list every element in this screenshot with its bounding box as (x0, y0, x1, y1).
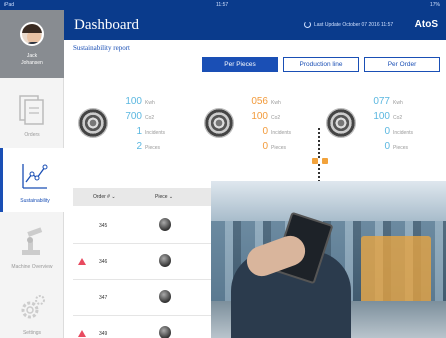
metric-co2: 700 (125, 111, 142, 122)
sidebar-item-label: Machine Overview (11, 264, 53, 270)
metric-kwh: 077 (373, 96, 390, 107)
metric-kwh: 100 (125, 96, 142, 107)
warning-icon (78, 330, 86, 337)
table-row[interactable]: 347 (73, 280, 211, 316)
user-profile[interactable]: Jack Johansen (0, 10, 64, 78)
table-row[interactable]: 349 (73, 316, 211, 338)
machine-icon (78, 108, 108, 138)
column-header-piece[interactable]: Piece ⌄ (155, 194, 173, 200)
user-last-name: Johansen (21, 60, 43, 66)
order-number: 345 (99, 223, 108, 229)
tab-per-pieces[interactable]: Per Pieces (202, 57, 278, 72)
metric-card-2: 056 Kwh 100 Co2 0 Incidents 0 Pieces (204, 96, 324, 158)
report-tabs: Per Pieces Production line Per Order (202, 57, 440, 72)
sidebar-item-sustainability[interactable]: Sustainability (0, 148, 64, 212)
report-title: Sustainability report (73, 44, 130, 52)
tab-per-order[interactable]: Per Order (364, 57, 440, 72)
machine-icon (204, 108, 234, 138)
order-number: 346 (99, 259, 108, 265)
sidebar: Jack Johansen Orders Sustainability Mach… (0, 10, 64, 338)
sidebar-item-machine-overview[interactable]: Machine Overview (0, 214, 64, 278)
machine-icon (326, 108, 356, 138)
link-line (318, 128, 321, 158)
metric-card-1: 100 Kwh 700 Co2 1 Incidents 2 Pieces (78, 96, 198, 158)
gear-icon (21, 295, 45, 319)
metric-kwh: 056 (251, 96, 268, 107)
status-bar: iPad 11:57 17% (0, 0, 446, 10)
metric-co2: 100 (251, 111, 268, 122)
lock-icon (322, 158, 328, 164)
order-number: 349 (99, 331, 108, 337)
link-line (318, 164, 321, 182)
brand-logo: AtoS (414, 19, 438, 30)
column-header-order[interactable]: Order # ⌄ (93, 194, 116, 200)
orders-icon (19, 95, 44, 125)
header-bar: Dashboard Last Update October 07 2016 11… (64, 10, 446, 40)
sidebar-item-label: Orders (24, 132, 40, 138)
avatar (20, 22, 44, 46)
table-row[interactable]: 345 (73, 208, 211, 244)
metric-pieces: 0 (262, 141, 268, 152)
factory-photo (211, 181, 446, 338)
status-device: iPad (4, 2, 15, 8)
table-row[interactable]: 346 (73, 244, 211, 280)
table-header: Order # ⌄ Piece ⌄ (73, 188, 211, 206)
chart-line-icon (22, 164, 48, 189)
page-title: Dashboard (74, 17, 139, 33)
last-update-text: Last Update October 07 2016 11:57 (314, 22, 394, 28)
piece-icon (159, 290, 171, 303)
piece-icon (159, 218, 171, 231)
robot-arm-icon (22, 227, 43, 255)
metric-incidents: 1 (136, 126, 142, 137)
sidebar-item-label: Settings (22, 330, 42, 336)
tab-production-line[interactable]: Production line (283, 57, 359, 72)
sidebar-item-settings[interactable]: Settings (0, 280, 64, 338)
status-battery: 17% (429, 2, 440, 8)
metric-incidents: 0 (384, 126, 390, 137)
metric-pieces: 0 (384, 141, 390, 152)
order-number: 347 (99, 295, 108, 301)
piece-icon (159, 254, 171, 267)
metric-incidents: 0 (262, 126, 268, 137)
status-time: 11:57 (216, 2, 229, 8)
user-first-name: Jack (26, 53, 38, 59)
refresh-icon[interactable] (304, 21, 311, 28)
piece-icon (159, 326, 171, 338)
warning-icon (78, 258, 86, 265)
sidebar-item-label: Sustainability (20, 198, 50, 204)
metric-card-3: 077 Kwh 100 Co2 0 Incidents 0 Pieces (326, 96, 446, 158)
metric-pieces: 2 (136, 141, 142, 152)
metric-co2: 100 (373, 111, 390, 122)
sidebar-item-orders[interactable]: Orders (0, 82, 64, 146)
